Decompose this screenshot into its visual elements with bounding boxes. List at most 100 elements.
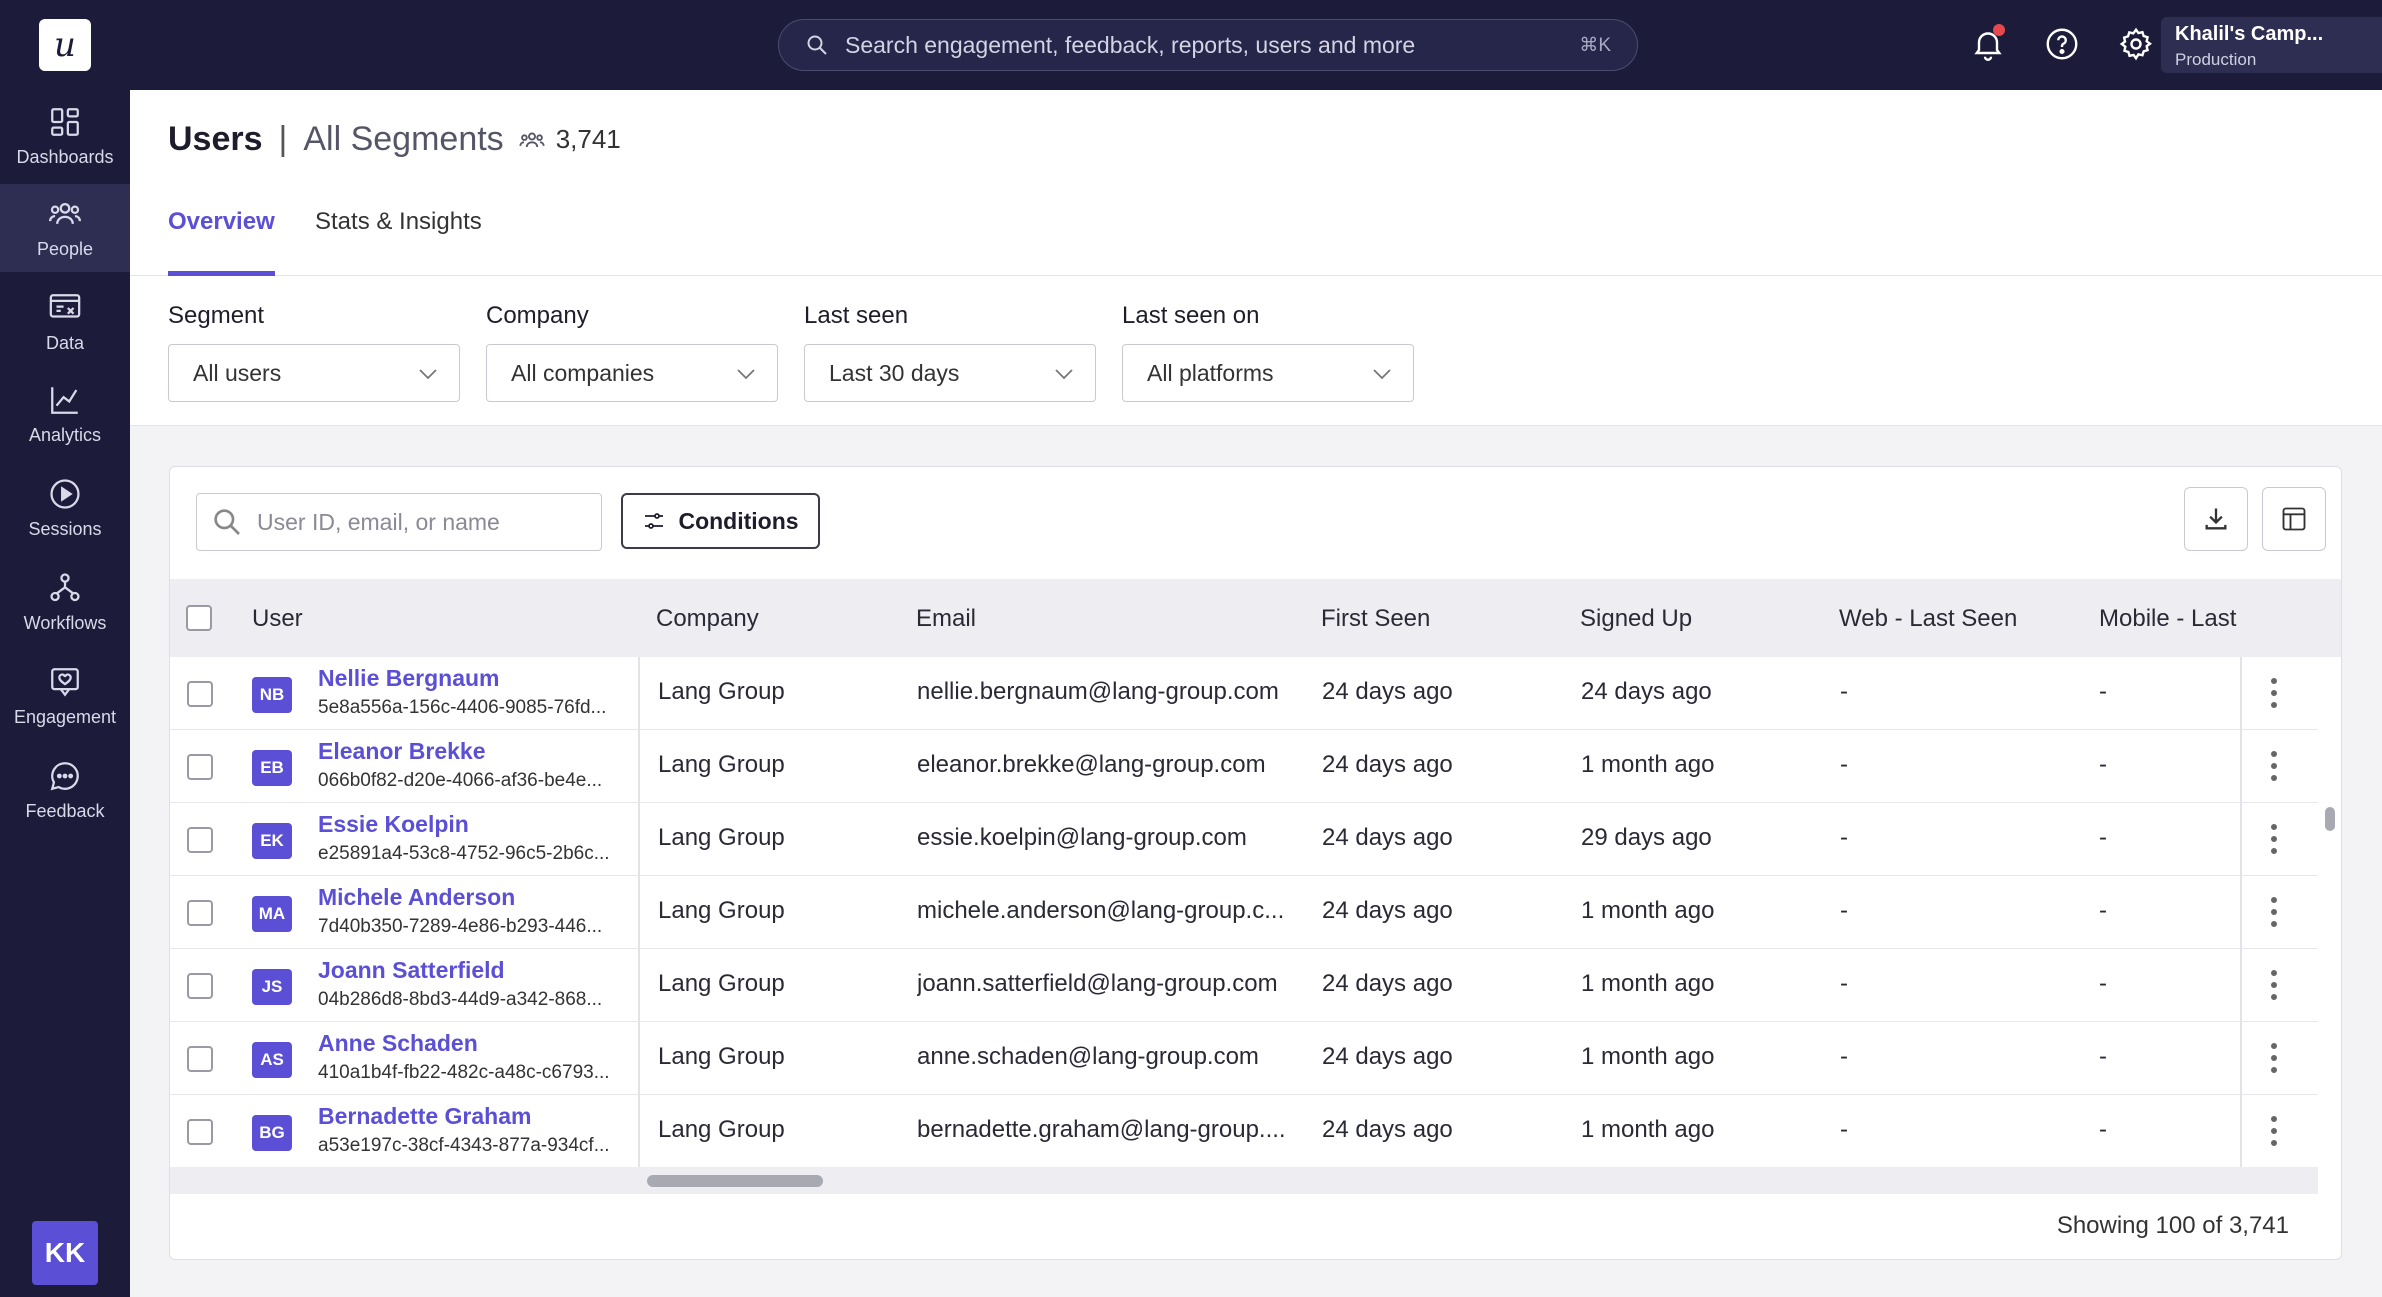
user-search-input[interactable] <box>257 508 587 536</box>
column-header-user[interactable]: User <box>252 605 303 633</box>
email-cell: joann.satterfield@lang-group.com <box>917 970 1278 997</box>
column-header-mobile-last[interactable]: Mobile - Last <box>2099 605 2236 633</box>
row-checkbox[interactable] <box>187 900 213 926</box>
user-avatar: MA <box>252 896 292 932</box>
account-switcher[interactable]: Khalil's Camp... Production <box>2161 17 2382 73</box>
web-last-seen-cell: - <box>1840 1116 1848 1143</box>
column-header-email[interactable]: Email <box>916 605 976 633</box>
last-seen-on-filter: Last seen on All platforms <box>1122 302 1414 402</box>
company-cell: Lang Group <box>658 970 785 997</box>
select-all-checkbox[interactable] <box>186 605 212 631</box>
platform-select[interactable]: All platforms <box>1122 344 1414 402</box>
row-checkbox[interactable] <box>187 1046 213 1072</box>
first-seen-cell: 24 days ago <box>1322 751 1453 778</box>
user-name-link[interactable]: Eleanor Brekke <box>318 738 485 765</box>
user-id: 7d40b350-7289-4e86-b293-446... <box>318 916 603 937</box>
nav-label: Engagement <box>13 706 117 727</box>
nav-workflows[interactable]: Workflows <box>0 558 130 646</box>
user-id: 410a1b4f-fb22-482c-a48c-c6793... <box>318 1062 610 1083</box>
nav-people[interactable]: People <box>0 184 130 272</box>
nav-label: Data <box>45 332 85 353</box>
row-actions-menu[interactable] <box>2264 967 2284 1003</box>
row-checkbox[interactable] <box>187 681 213 707</box>
user-name-link[interactable]: Anne Schaden <box>318 1030 478 1057</box>
horizontal-scrollbar[interactable] <box>170 1167 2318 1194</box>
mobile-last-seen-cell: - <box>2099 970 2107 997</box>
notifications-button[interactable] <box>1968 24 2008 64</box>
table-row[interactable]: NB Nellie Bergnaum 5e8a556a-156c-4406-90… <box>170 657 2318 730</box>
table-columns-icon <box>2282 507 2306 531</box>
tab-stats-insights[interactable]: Stats & Insights <box>315 208 482 276</box>
row-checkbox[interactable] <box>187 973 213 999</box>
horizontal-scroll-thumb[interactable] <box>647 1175 823 1187</box>
row-actions-menu[interactable] <box>2264 748 2284 784</box>
mobile-last-seen-cell: - <box>2099 824 2107 851</box>
top-bar: Search engagement, feedback, reports, us… <box>130 0 2382 90</box>
signed-up-cell: 1 month ago <box>1581 751 1715 778</box>
user-avatar: NB <box>252 677 292 713</box>
help-icon <box>2046 28 2078 60</box>
conditions-button[interactable]: Conditions <box>621 493 820 549</box>
email-cell: anne.schaden@lang-group.com <box>917 1043 1259 1070</box>
chevron-down-icon <box>737 369 755 380</box>
user-name-link[interactable]: Bernadette Graham <box>318 1103 531 1130</box>
table-row[interactable]: EB Eleanor Brekke 066b0f82-d20e-4066-af3… <box>170 730 2318 803</box>
global-search[interactable]: Search engagement, feedback, reports, us… <box>778 19 1638 71</box>
help-button[interactable] <box>2042 24 2082 64</box>
row-checkbox[interactable] <box>187 827 213 853</box>
column-header-signed-up[interactable]: Signed Up <box>1580 605 1692 633</box>
workflow-icon <box>50 572 80 601</box>
user-id: e25891a4-53c8-4752-96c5-2b6c... <box>318 843 610 864</box>
column-header-first-seen[interactable]: First Seen <box>1321 605 1430 633</box>
title-separator: | <box>278 120 288 158</box>
table-row[interactable]: EK Essie Koelpin e25891a4-53c8-4752-96c5… <box>170 803 2318 876</box>
vertical-scroll-thumb[interactable] <box>2325 807 2335 831</box>
user-avatar[interactable]: KK <box>32 1221 98 1285</box>
signed-up-cell: 24 days ago <box>1581 678 1712 705</box>
row-actions-menu[interactable] <box>2264 1113 2284 1149</box>
table-row[interactable]: MA Michele Anderson 7d40b350-7289-4e86-b… <box>170 876 2318 949</box>
table-row[interactable]: AS Anne Schaden 410a1b4f-fb22-482c-a48c-… <box>170 1022 2318 1095</box>
app-logo[interactable]: u <box>39 19 91 71</box>
nav-analytics[interactable]: Analytics <box>0 370 130 458</box>
row-actions-menu[interactable] <box>2264 821 2284 857</box>
row-actions-menu[interactable] <box>2264 1040 2284 1076</box>
last-seen-select[interactable]: Last 30 days <box>804 344 1096 402</box>
user-name-link[interactable]: Joann Satterfield <box>318 957 505 984</box>
email-cell: essie.koelpin@lang-group.com <box>917 824 1247 851</box>
signed-up-cell: 1 month ago <box>1581 1043 1715 1070</box>
row-checkbox[interactable] <box>187 1119 213 1145</box>
people-icon <box>48 202 82 224</box>
web-last-seen-cell: - <box>1840 824 1848 851</box>
user-name-link[interactable]: Nellie Bergnaum <box>318 665 500 692</box>
first-seen-cell: 24 days ago <box>1322 1116 1453 1143</box>
search-icon <box>807 35 827 55</box>
table-row[interactable]: JS Joann Satterfield 04b286d8-8bd3-44d9-… <box>170 949 2318 1022</box>
row-actions-menu[interactable] <box>2264 675 2284 711</box>
nav-dashboards[interactable]: Dashboards <box>0 92 130 180</box>
columns-button[interactable] <box>2262 487 2326 551</box>
user-avatar: EK <box>252 823 292 859</box>
segment-select[interactable]: All users <box>168 344 460 402</box>
row-checkbox[interactable] <box>187 754 213 780</box>
nav-engagement[interactable]: Engagement <box>0 652 130 740</box>
row-actions-menu[interactable] <box>2264 894 2284 930</box>
nav-feedback[interactable]: Feedback <box>0 746 130 834</box>
tab-overview[interactable]: Overview <box>168 208 275 276</box>
global-search-text: Search engagement, feedback, reports, us… <box>845 31 1416 58</box>
user-name-link[interactable]: Essie Koelpin <box>318 811 469 838</box>
company-cell: Lang Group <box>658 751 785 778</box>
nav-data[interactable]: Data <box>0 278 130 366</box>
export-button[interactable] <box>2184 487 2248 551</box>
column-header-company[interactable]: Company <box>656 605 759 633</box>
company-filter: Company All companies <box>486 302 778 402</box>
column-header-web-last-seen[interactable]: Web - Last Seen <box>1839 605 2017 633</box>
settings-button[interactable] <box>2116 24 2156 64</box>
filter-label: Segment <box>168 302 265 329</box>
nav-sessions[interactable]: Sessions <box>0 464 130 552</box>
search-icon <box>214 509 240 535</box>
user-name-link[interactable]: Michele Anderson <box>318 884 515 911</box>
table-row[interactable]: BG Bernadette Graham a53e197c-38cf-4343-… <box>170 1095 2318 1168</box>
page-title-text: Users <box>168 120 263 158</box>
company-select[interactable]: All companies <box>486 344 778 402</box>
